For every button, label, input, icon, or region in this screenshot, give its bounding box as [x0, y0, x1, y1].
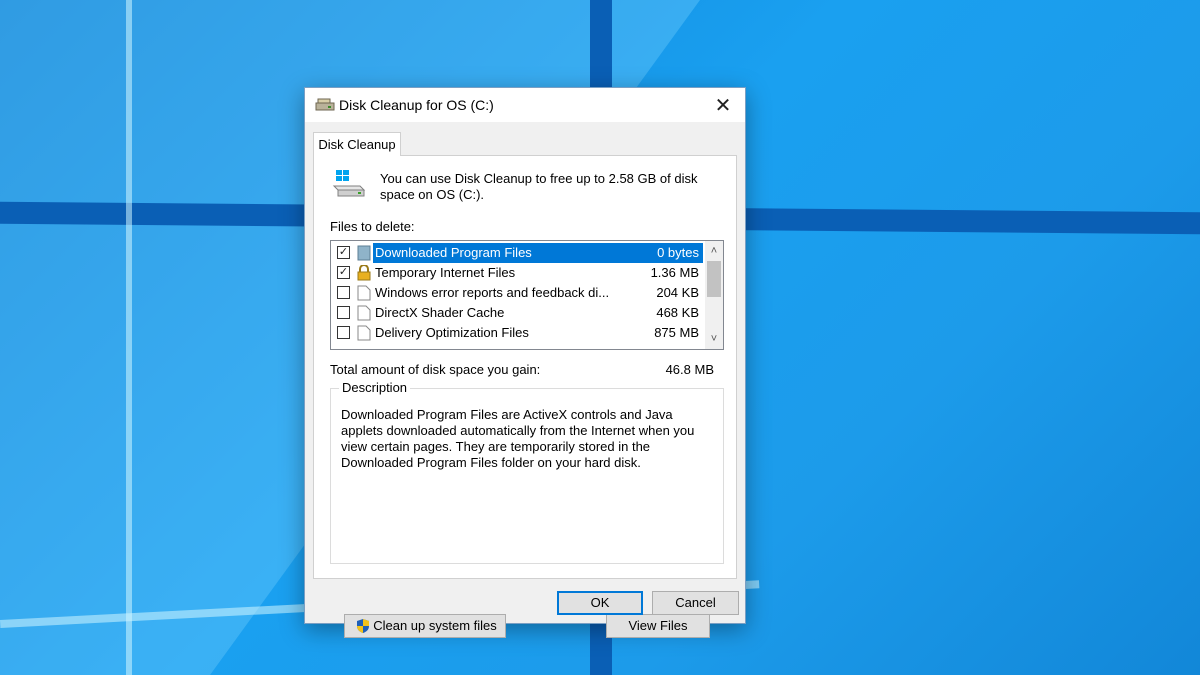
scroll-up-icon[interactable]: ˄	[705, 243, 723, 259]
shield-icon	[357, 619, 369, 633]
title-bar[interactable]: Disk Cleanup for OS (C:) ✕	[305, 88, 745, 122]
window-title: Disk Cleanup for OS (C:)	[339, 97, 494, 113]
disk-cleanup-dialog: Disk Cleanup for OS (C:) ✕ Disk Cleanup …	[304, 87, 746, 638]
view-files-button[interactable]: View Files	[606, 614, 710, 638]
file-name: DirectX Shader Cache	[375, 305, 505, 320]
description-title: Description	[339, 380, 411, 395]
intro-text: You can use Disk Cleanup to free up to 2…	[380, 171, 698, 202]
file-icon	[357, 305, 371, 321]
files-to-delete-label: Files to delete:	[330, 219, 415, 234]
file-size: 0 bytes	[657, 245, 699, 260]
file-name: Delivery Optimization Files	[375, 325, 529, 340]
clean-up-system-files-label: Clean up system files	[373, 618, 497, 633]
tab-panel: You can use Disk Cleanup to free up to 2…	[313, 155, 737, 638]
file-icon	[357, 325, 371, 341]
clean-up-system-files-button[interactable]: Clean up system files	[344, 614, 506, 638]
tab-disk-cleanup[interactable]: Disk Cleanup	[313, 132, 401, 156]
checkbox[interactable]: ✓	[337, 266, 350, 279]
file-size: 204 KB	[656, 285, 699, 300]
list-item[interactable]: ✓ Downloaded Program Files 0 bytes	[331, 243, 703, 263]
description-group: Description Downloaded Program Files are…	[330, 380, 724, 564]
scroll-thumb[interactable]	[707, 261, 721, 297]
list-item[interactable]: ✓ Temporary Internet Files 1.36 MB	[331, 263, 703, 283]
list-item[interactable]: Delivery Optimization Files 875 MB	[331, 323, 703, 343]
checkbox[interactable]: ✓	[337, 246, 350, 259]
file-size: 468 KB	[656, 305, 699, 320]
file-size: 875 MB	[654, 325, 699, 340]
folder-icon	[357, 245, 371, 261]
drive-icon	[332, 170, 366, 197]
list-item[interactable]: Windows error reports and feedback di...…	[331, 283, 703, 303]
total-space-label: Total amount of disk space you gain:	[330, 362, 541, 377]
checkbox[interactable]	[337, 306, 350, 319]
disk-cleanup-icon	[315, 98, 335, 111]
file-name: Windows error reports and feedback di...	[375, 285, 610, 300]
cancel-button[interactable]: Cancel	[652, 591, 739, 615]
file-name: Temporary Internet Files	[375, 265, 516, 280]
wallpaper-glow-left	[126, 0, 132, 675]
file-icon	[357, 285, 371, 301]
close-button[interactable]: ✕	[701, 88, 745, 122]
checkbox[interactable]	[337, 326, 350, 339]
ok-button[interactable]: OK	[557, 591, 643, 615]
list-item[interactable]: DirectX Shader Cache 468 KB	[331, 303, 703, 323]
close-icon: ✕	[714, 94, 732, 117]
list-scrollbar[interactable]: ˄ ˅	[705, 241, 723, 349]
files-list[interactable]: ✓ Downloaded Program Files 0 bytes ✓ Tem…	[330, 240, 724, 350]
description-text: Downloaded Program Files are ActiveX con…	[341, 407, 695, 470]
total-space-value: 46.8 MB	[665, 362, 714, 377]
file-name: Downloaded Program Files	[375, 245, 532, 260]
checkbox[interactable]	[337, 286, 350, 299]
lock-icon	[357, 265, 371, 281]
scroll-down-icon[interactable]: ˅	[705, 331, 723, 347]
file-size: 1.36 MB	[650, 265, 699, 280]
